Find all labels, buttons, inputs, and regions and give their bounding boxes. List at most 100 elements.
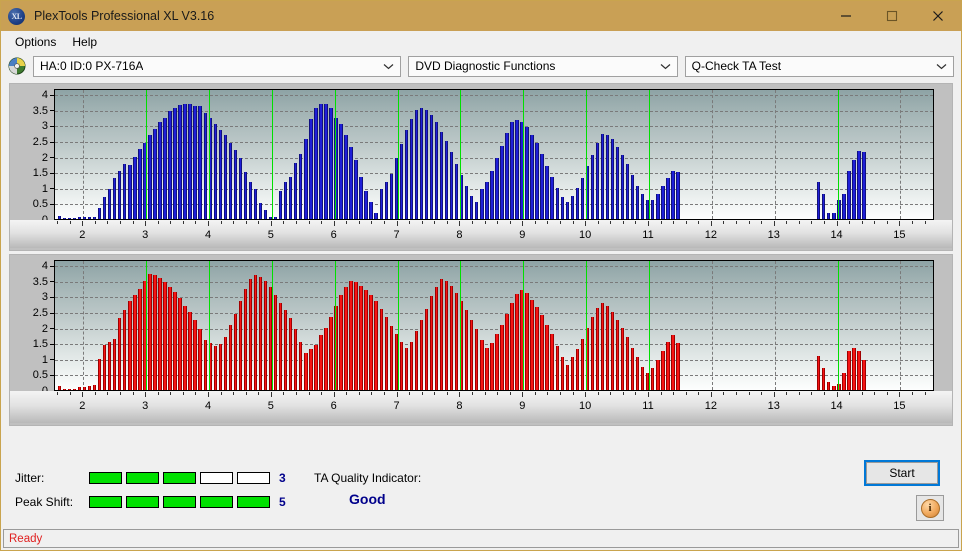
chart-bar <box>188 103 192 219</box>
chart-bar <box>87 385 92 390</box>
chart-bar <box>123 164 127 219</box>
chart-bar <box>304 352 308 390</box>
chart-bar <box>173 291 177 390</box>
x-axis-minor-tick <box>446 221 448 224</box>
y-axis-tick-label: 0.5 <box>32 198 48 211</box>
x-axis-minor-tick <box>874 392 876 395</box>
chart-bar <box>656 194 660 219</box>
chart-bar <box>610 139 615 219</box>
sector-marker-line <box>837 90 839 219</box>
chart-bar <box>625 164 630 219</box>
x-axis-tick-label: 4 <box>204 400 212 412</box>
minimize-icon[interactable] <box>823 1 869 31</box>
x-axis-tick <box>208 221 209 226</box>
chart-bar <box>535 307 539 390</box>
chart-bar <box>369 294 373 390</box>
chart-bar <box>545 165 549 219</box>
chart-bar <box>389 326 393 390</box>
status-text: Ready <box>9 532 43 545</box>
close-icon[interactable] <box>915 1 961 31</box>
title-bar: XL PlexTools Professional XL V3.16 <box>1 1 961 31</box>
x-axis-minor-tick <box>233 392 235 395</box>
chart-bar <box>600 134 605 219</box>
x-axis-tick <box>145 392 147 397</box>
chart-bar <box>505 313 509 390</box>
chart-bar <box>540 315 544 390</box>
x-axis-tick-label: 2 <box>79 400 86 412</box>
chart-bar <box>82 386 87 390</box>
chart-bar <box>580 178 585 219</box>
chart-bar <box>278 190 283 219</box>
x-axis-tick <box>270 221 272 226</box>
chart-bar <box>354 159 358 219</box>
chart-bar <box>590 155 595 219</box>
maximize-icon[interactable] <box>869 1 915 31</box>
test-select[interactable]: Q-Check TA Test <box>684 55 954 77</box>
y-axis-tick-label: 3 <box>41 291 48 304</box>
x-axis-tick-label: 3 <box>142 400 149 412</box>
x-axis-minor-tick <box>120 221 121 224</box>
chart-bar <box>515 119 519 219</box>
chart-bar <box>857 351 861 390</box>
x-axis-tick-label: 8 <box>456 400 463 412</box>
x-axis-tick-label: 15 <box>893 400 906 412</box>
chart-bar <box>490 343 494 390</box>
chart-bar <box>299 341 303 390</box>
start-button[interactable]: Start <box>866 462 938 484</box>
drive-select[interactable]: HA:0 ID:0 PX-716A <box>33 55 402 77</box>
x-axis-tick-label: 15 <box>893 229 906 241</box>
chart-bar <box>238 301 243 390</box>
x-axis-minor-tick <box>245 392 247 395</box>
chart-bar <box>238 158 243 219</box>
y-axis-tick-label: 2 <box>41 322 48 335</box>
chart-bar <box>72 388 77 390</box>
chart-bar <box>339 294 343 390</box>
chart-bar <box>656 360 660 390</box>
x-axis-tick-label: 5 <box>267 229 274 241</box>
chart-bar <box>319 335 323 390</box>
chart-bar <box>344 287 348 390</box>
x-axis-minor-tick <box>736 221 737 224</box>
x-axis-tick <box>522 221 524 226</box>
x-axis-minor-tick <box>547 221 549 224</box>
chart-bar <box>153 275 157 390</box>
x-axis-minor-tick <box>560 392 561 395</box>
menu-item-options[interactable]: Options <box>7 33 64 51</box>
chart-bar <box>258 203 263 219</box>
menu-item-help[interactable]: Help <box>64 33 105 51</box>
x-axis-minor-tick <box>57 392 59 395</box>
grid-line-vertical <box>711 90 713 219</box>
info-button[interactable]: i <box>916 495 944 521</box>
chart-bar <box>525 293 529 390</box>
chart-bar <box>309 349 313 390</box>
chart-bar <box>67 388 72 390</box>
sector-marker-line <box>334 261 336 390</box>
chart-bar <box>314 344 318 390</box>
chart-bar <box>314 108 318 219</box>
x-axis-tick <box>82 221 84 226</box>
chart-bar <box>138 148 142 219</box>
peak-shift-row: Peak Shift: 5 <box>15 495 286 509</box>
chart-bar <box>128 301 132 390</box>
chart-bar <box>364 290 368 390</box>
x-axis-minor-tick <box>258 392 260 395</box>
x-axis-minor-tick <box>472 221 473 224</box>
results-panel: Jitter: 3 Peak Shift: 5 TA Quality Indic… <box>1 453 961 528</box>
chart-bar <box>288 176 293 219</box>
y-axis-tick-label: 3.5 <box>32 275 48 288</box>
y-axis-tick-label: 2 <box>41 151 48 164</box>
x-axis-tick-label: 6 <box>330 229 337 241</box>
chart-bar <box>630 347 635 390</box>
chart-bar <box>550 333 554 390</box>
function-select[interactable]: DVD Diagnostic Functions <box>408 55 678 77</box>
chart-bar <box>600 302 605 390</box>
chart-bar <box>304 139 308 219</box>
chart-bar <box>188 312 192 390</box>
chart-bar <box>575 349 580 390</box>
chart-bar <box>92 216 97 219</box>
chart-bar <box>309 119 313 219</box>
chart-bar <box>560 197 564 219</box>
x-axis-minor-tick <box>57 221 59 224</box>
x-axis-minor-tick <box>296 221 297 224</box>
x-axis-strip <box>10 220 952 248</box>
